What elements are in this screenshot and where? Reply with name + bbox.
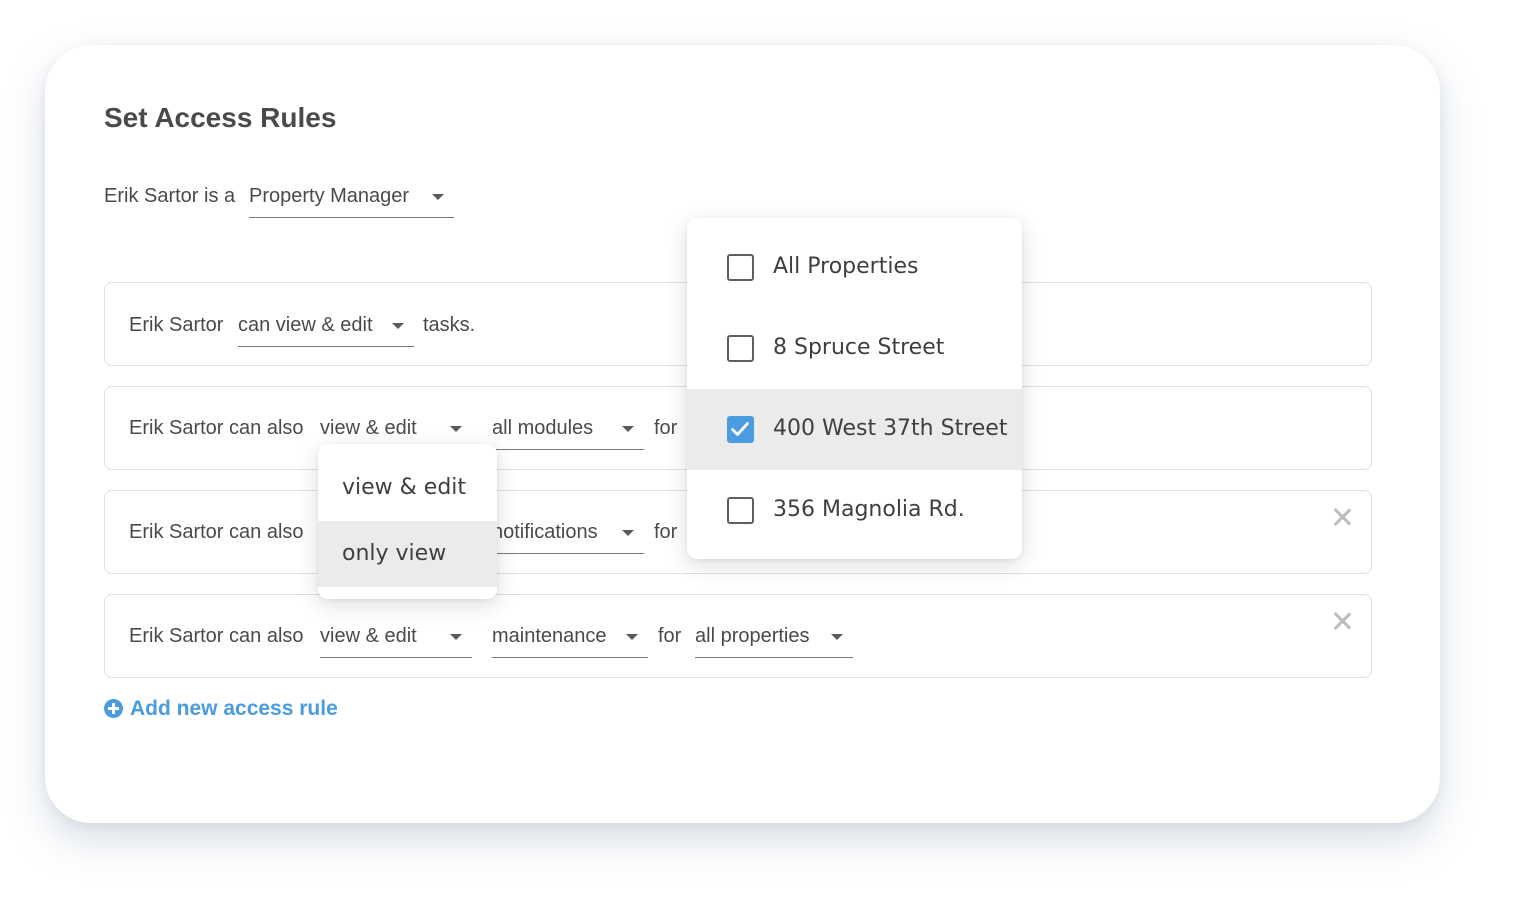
chevron-down-icon	[450, 426, 462, 432]
rule-4-prefix: Erik Sartor can also	[129, 625, 304, 647]
property-option-spruce[interactable]: 8 Spruce Street	[687, 308, 1022, 389]
chevron-down-icon	[626, 634, 638, 640]
chevron-down-icon	[622, 530, 634, 536]
add-access-rule-label: Add new access rule	[130, 697, 338, 720]
property-dropdown: All Properties 8 Spruce Street 400 West …	[687, 218, 1022, 559]
rule-4-module-value: maintenance	[492, 625, 607, 647]
remove-rule-4-close-icon[interactable]	[1331, 610, 1353, 632]
chevron-down-icon	[450, 634, 462, 640]
chevron-down-icon	[432, 194, 444, 200]
rule-3-module-select[interactable]: notifications	[492, 519, 644, 554]
rule-2-module-select[interactable]: all modules	[492, 415, 644, 450]
rule-4-scope-value: all properties	[695, 625, 810, 647]
checkbox-checked[interactable]	[727, 416, 754, 443]
role-select-value: Property Manager	[249, 185, 410, 207]
chevron-down-icon	[392, 323, 404, 329]
rule-4-access-value: view & edit	[320, 625, 417, 647]
rule-1-prefix: Erik Sartor	[129, 314, 224, 336]
chevron-down-icon	[831, 634, 843, 640]
property-option-label: 8 Spruce Street	[773, 335, 945, 360]
rule-2-for-label: for	[654, 417, 678, 439]
checkbox[interactable]	[727, 254, 754, 281]
rule-4-module-select[interactable]: maintenance	[492, 623, 648, 658]
rule-3-for-label: for	[654, 521, 678, 543]
rule-4-access-select[interactable]: view & edit	[320, 623, 472, 658]
access-option-view-edit[interactable]: view & edit	[318, 455, 497, 521]
property-option-label: All Properties	[773, 254, 919, 279]
role-select[interactable]: Property Manager	[249, 183, 454, 218]
rule-4-scope-select[interactable]: all properties	[695, 623, 853, 658]
rule-3-prefix: Erik Sartor can also	[129, 521, 304, 543]
checkmark-icon	[731, 422, 749, 436]
role-prefix: Erik Sartor is a	[104, 185, 236, 207]
chevron-down-icon	[622, 426, 634, 432]
rule-4-for-label: for	[658, 625, 682, 647]
access-level-dropdown: view & edit only view	[318, 444, 497, 599]
checkbox[interactable]	[727, 335, 754, 362]
remove-rule-3-close-icon[interactable]	[1331, 506, 1353, 528]
property-option-label: 400 West 37th Street	[773, 416, 1008, 441]
property-option-west-37th[interactable]: 400 West 37th Street	[687, 389, 1022, 470]
rule-1-suffix: tasks.	[423, 314, 476, 336]
plus-circle-icon	[104, 699, 123, 718]
rule-2-prefix: Erik Sartor can also	[129, 417, 304, 439]
property-option-all[interactable]: All Properties	[687, 227, 1022, 308]
rule-2-module-value: all modules	[492, 417, 594, 439]
checkbox[interactable]	[727, 497, 754, 524]
rule-2-access-value: view & edit	[320, 417, 417, 439]
property-option-magnolia[interactable]: 356 Magnolia Rd.	[687, 470, 1022, 551]
page-title: Set Access Rules	[104, 102, 337, 133]
add-access-rule-link[interactable]: Add new access rule	[104, 697, 338, 723]
rule-1-access-select[interactable]: can view & edit	[238, 312, 414, 347]
access-option-only-view[interactable]: only view	[318, 521, 497, 587]
rule-1-access-value: can view & edit	[238, 314, 373, 336]
rule-3-module-value: notifications	[492, 521, 598, 543]
property-option-label: 356 Magnolia Rd.	[773, 497, 965, 522]
